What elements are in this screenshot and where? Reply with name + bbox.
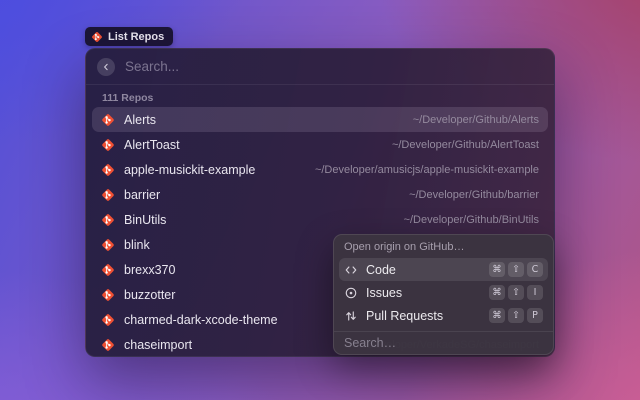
repo-path: ~/Developer/Github/barrier xyxy=(409,189,539,201)
issue-circle-icon xyxy=(344,286,358,300)
actions-menu: Open origin on GitHub… Code ⌘ ⇧ C Issue xyxy=(333,234,554,355)
section-header: 111 Repos xyxy=(92,89,548,107)
repo-path: ~/Developer/amusicjs/apple-musickit-exam… xyxy=(315,164,539,176)
git-icon xyxy=(101,288,115,302)
repo-row[interactable]: barrier ~/Developer/Github/barrier xyxy=(92,182,548,207)
repo-name: AlertToast xyxy=(124,138,180,152)
repo-path: ~/Developer/Github/AlertToast xyxy=(392,139,539,151)
search-bar: Search... xyxy=(86,49,554,85)
chevron-left-icon xyxy=(101,62,111,72)
menu-item-label: Pull Requests xyxy=(366,309,443,323)
repo-name: apple-musickit-example xyxy=(124,163,255,177)
keycap-cmd: ⌘ xyxy=(489,262,505,277)
git-icon xyxy=(101,213,115,227)
repo-row[interactable]: apple-musickit-example ~/Developer/amusi… xyxy=(92,157,548,182)
menu-item-pull-requests[interactable]: Pull Requests ⌘ ⇧ P xyxy=(339,304,548,327)
keycap-letter: I xyxy=(527,285,543,300)
repo-row[interactable]: AlertToast ~/Developer/Github/AlertToast xyxy=(92,132,548,157)
menu-item-label: Issues xyxy=(366,286,402,300)
repo-name: barrier xyxy=(124,188,160,202)
git-icon xyxy=(101,238,115,252)
git-icon xyxy=(101,113,115,127)
keycap-cmd: ⌘ xyxy=(489,308,505,323)
git-icon xyxy=(101,163,115,177)
menu-search-input[interactable]: Search… xyxy=(334,332,553,354)
repo-path: ~/Developer/Github/BinUtils xyxy=(404,214,539,226)
keycap-shift: ⇧ xyxy=(508,285,524,300)
keycap-letter: C xyxy=(527,262,543,277)
pull-request-icon xyxy=(344,309,358,323)
command-tag[interactable]: List Repos xyxy=(85,27,173,46)
git-icon xyxy=(101,313,115,327)
menu-item-issues[interactable]: Issues ⌘ ⇧ I xyxy=(339,281,548,304)
repo-name: brexx370 xyxy=(124,263,175,277)
repo-row[interactable]: Alerts ~/Developer/Github/Alerts xyxy=(92,107,548,132)
keycap-cmd: ⌘ xyxy=(489,285,505,300)
back-button[interactable] xyxy=(97,58,115,76)
repo-row[interactable]: BinUtils ~/Developer/Github/BinUtils xyxy=(92,207,548,232)
keycap-letter: P xyxy=(527,308,543,323)
actions-menu-header: Open origin on GitHub… xyxy=(334,239,553,256)
repo-path: ~/Developer/Github/Alerts xyxy=(413,114,539,126)
menu-item-code[interactable]: Code ⌘ ⇧ C xyxy=(339,258,548,281)
repo-name: chaseimport xyxy=(124,338,192,352)
git-icon xyxy=(101,263,115,277)
git-icon xyxy=(101,338,115,352)
keycap-shift: ⇧ xyxy=(508,262,524,277)
repo-name: Alerts xyxy=(124,113,156,127)
command-tag-label: List Repos xyxy=(108,31,164,43)
repo-name: charmed-dark-xcode-theme xyxy=(124,313,278,327)
search-input[interactable]: Search... xyxy=(125,59,179,74)
desktop-background: List Repos Search... 111 Repos xyxy=(0,0,640,400)
repo-name: blink xyxy=(124,238,150,252)
git-icon xyxy=(101,188,115,202)
git-icon xyxy=(101,138,115,152)
code-icon xyxy=(344,263,358,277)
menu-item-label: Code xyxy=(366,263,396,277)
repo-name: BinUtils xyxy=(124,213,166,227)
git-icon xyxy=(91,31,103,43)
keycap-shift: ⇧ xyxy=(508,308,524,323)
repo-name: buzzotter xyxy=(124,288,175,302)
